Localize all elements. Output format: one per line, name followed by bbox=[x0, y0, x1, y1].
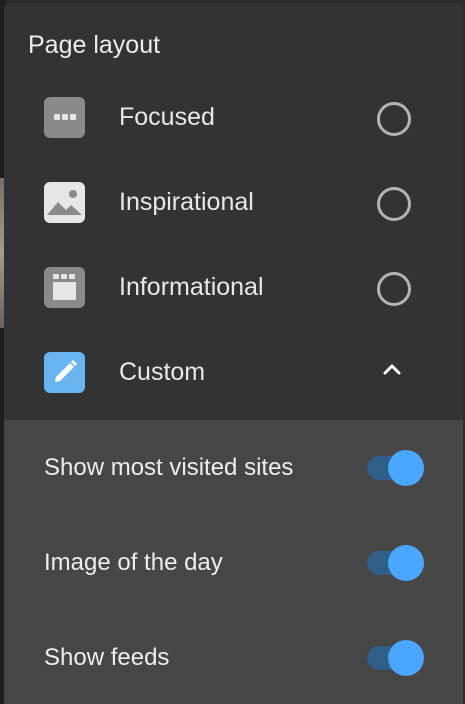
option-label: Informational bbox=[119, 273, 264, 301]
radio-focused[interactable] bbox=[377, 102, 411, 136]
setting-show-feeds[interactable]: Show feeds bbox=[4, 610, 463, 704]
option-informational[interactable]: Informational bbox=[4, 246, 463, 330]
chevron-up-icon[interactable] bbox=[382, 359, 402, 379]
setting-most-visited[interactable]: Show most visited sites bbox=[4, 420, 463, 515]
setting-image-of-day[interactable]: Image of the day bbox=[4, 515, 463, 610]
informational-layout-icon bbox=[44, 267, 85, 308]
toggle-show-feeds[interactable] bbox=[365, 638, 425, 678]
image-icon bbox=[44, 182, 85, 223]
dialog-title: Page layout bbox=[28, 31, 161, 59]
radio-informational[interactable] bbox=[377, 272, 411, 306]
option-inspirational[interactable]: Inspirational bbox=[4, 161, 463, 245]
page-layout-dialog: Page layout Focused Inspirational Inform… bbox=[4, 3, 463, 704]
radio-inspirational[interactable] bbox=[377, 187, 411, 221]
focused-layout-icon bbox=[44, 97, 85, 138]
option-label: Focused bbox=[119, 103, 215, 131]
custom-settings-panel: Show most visited sites Image of the day… bbox=[4, 420, 463, 704]
toggle-most-visited[interactable] bbox=[365, 448, 425, 488]
toggle-image-of-day[interactable] bbox=[365, 543, 425, 583]
setting-label: Show feeds bbox=[44, 644, 170, 671]
pencil-icon bbox=[44, 352, 85, 393]
setting-label: Image of the day bbox=[44, 549, 223, 576]
setting-label: Show most visited sites bbox=[44, 454, 294, 481]
option-focused[interactable]: Focused bbox=[4, 76, 463, 160]
option-custom[interactable]: Custom bbox=[4, 331, 463, 415]
option-label: Custom bbox=[119, 358, 206, 386]
option-label: Inspirational bbox=[119, 188, 254, 216]
